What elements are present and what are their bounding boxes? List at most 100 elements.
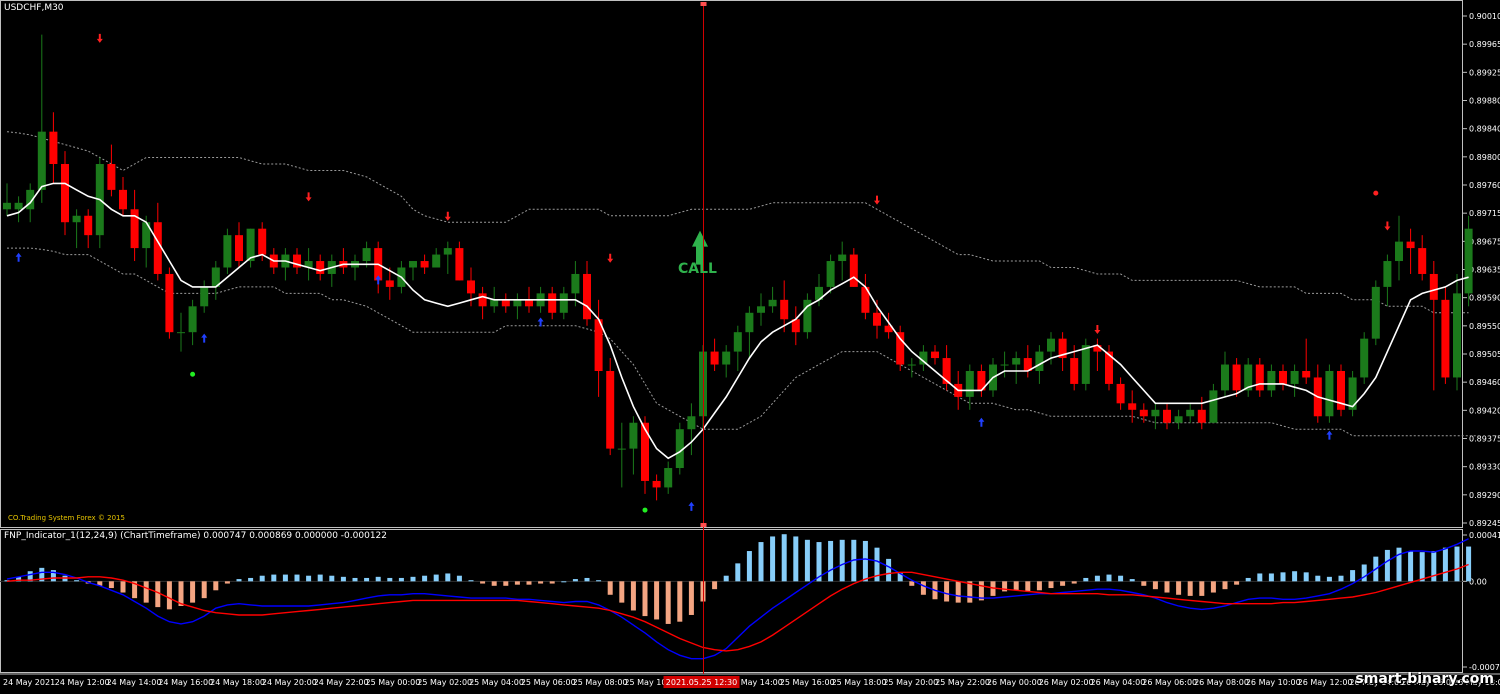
time-tick-label: 25 May 08:00	[573, 678, 628, 687]
indicator-title: FNP_Indicator_1(12,24,9) (ChartTimeframe…	[4, 531, 388, 541]
histogram-bar-positive	[804, 539, 810, 582]
histogram-bar-positive	[1396, 547, 1402, 582]
bear-candle	[1116, 383, 1125, 404]
histogram-bar-positive	[259, 575, 265, 582]
upper-band-line	[6, 131, 1469, 314]
histogram-bar-negative	[538, 581, 544, 584]
time-tick-label: 25 May 00:00	[366, 678, 421, 687]
bear-candle	[316, 261, 325, 274]
cursor-bottom-handle	[700, 523, 707, 527]
histogram-bar-negative	[166, 581, 172, 610]
histogram-bar-positive	[1129, 579, 1135, 582]
chart-window[interactable]: 0.90010 0.89965 0.89925 0.89880 0.89840 0.898…	[0, 0, 1500, 690]
histogram-bar-positive	[1268, 573, 1274, 582]
time-tick-label: 26 May 02:00	[1039, 678, 1094, 687]
histogram-bar-negative	[1025, 581, 1031, 592]
histogram-bar-negative	[944, 581, 950, 602]
sell-arrow-icon	[874, 195, 880, 205]
histogram-bar-positive	[828, 540, 834, 582]
bear-candle	[1441, 299, 1450, 378]
price-tick-label: 0.89290	[1469, 491, 1500, 500]
price-tick-label: 0.89965	[1469, 40, 1500, 49]
call-arrow-icon	[692, 230, 708, 265]
histogram-bar-positive	[746, 551, 752, 582]
price-tick-label: 0.89800	[1469, 153, 1500, 162]
bull-candle	[559, 293, 568, 313]
histogram-bar-negative	[120, 581, 126, 593]
bear-candle	[420, 261, 429, 268]
histogram-bar-positive	[1106, 574, 1112, 582]
histogram-bar-negative	[224, 581, 230, 584]
histogram-bar-positive	[572, 579, 578, 582]
histogram-bar-positive	[468, 580, 474, 582]
bull-candle	[246, 228, 255, 262]
time-tick-label: 26 May 04:00	[1091, 678, 1146, 687]
chart-canvas[interactable]: 0.90010 0.89965 0.89925 0.89880 0.89840 0.898…	[0, 0, 1500, 690]
histogram-bar-positive	[364, 577, 370, 582]
histogram-bar-positive	[1408, 551, 1414, 582]
time-tick-label: 24 May 20:00	[262, 678, 317, 687]
histogram-bar-positive	[862, 540, 868, 582]
histogram-bar-negative	[712, 581, 718, 590]
price-tick-label: 0.89925	[1469, 68, 1500, 77]
bull-candle	[409, 261, 417, 268]
bull-candle	[200, 286, 209, 307]
bull-candle	[1383, 261, 1392, 287]
price-tick-label: 0.89460	[1469, 378, 1500, 387]
bull-candle	[1395, 241, 1403, 262]
macd-line	[6, 538, 1469, 660]
buy-arrow-icon	[688, 501, 695, 511]
price-tick-label: 0.89760	[1469, 181, 1500, 190]
histogram-bar-positive	[398, 577, 404, 582]
time-tick-label: 26 May 06:00	[1142, 678, 1197, 687]
time-tick-label: 26 May 08:00	[1194, 678, 1249, 687]
bull-candle	[617, 448, 626, 450]
buy-arrow-icon	[1326, 430, 1333, 440]
main-pane-frame	[0, 0, 1463, 528]
time-tick-label: 24 May 12:00	[55, 678, 110, 687]
histogram-bar-positive	[352, 577, 358, 582]
bear-candle	[525, 299, 533, 307]
bear-candle	[1197, 409, 1206, 423]
histogram-bar-positive	[596, 580, 602, 582]
price-tick-label: 0.89635	[1469, 266, 1500, 275]
bear-candle	[1406, 241, 1415, 249]
bull-candle	[1290, 370, 1299, 384]
bull-candle	[1012, 358, 1021, 365]
histogram-bar-positive	[1466, 546, 1472, 582]
bear-candle	[455, 248, 464, 281]
bear-candle	[467, 280, 475, 294]
sell-arrow-icon	[1094, 324, 1101, 334]
bear-candle	[873, 312, 881, 326]
time-tick-label: 25 May 22:00	[935, 678, 990, 687]
bull-candle	[768, 299, 777, 307]
histogram-bar-positive	[1442, 547, 1448, 582]
bull-candle	[14, 202, 23, 210]
time-tick-label: 26 May 10:00	[1246, 678, 1301, 687]
bull-candle	[1000, 364, 1009, 366]
bull-candle	[223, 235, 232, 268]
bear-candle	[710, 351, 719, 365]
bear-candle	[107, 164, 116, 190]
bull-candle	[1267, 370, 1276, 391]
moving-average-line	[6, 182, 1469, 460]
watermark: smart-binary.com	[1355, 671, 1494, 687]
red-dot-marker	[1373, 190, 1379, 196]
bear-candle	[478, 293, 487, 307]
time-tick-label: 24 May 16:00	[158, 678, 213, 687]
histogram-bar-positive	[1338, 575, 1344, 582]
histogram-bar-negative	[491, 581, 497, 586]
bear-candle	[896, 332, 905, 365]
buy-arrow-icon	[201, 333, 208, 343]
histogram-bar-positive	[248, 577, 254, 582]
bull-candle	[1174, 416, 1183, 423]
bull-candle	[826, 261, 835, 287]
histogram-bar-negative	[642, 581, 648, 617]
histogram-bar-negative	[213, 581, 219, 591]
bear-candle	[235, 235, 243, 262]
bull-candle	[1325, 370, 1334, 417]
histogram-bar-positive	[422, 575, 428, 582]
histogram-bar-negative	[1060, 581, 1066, 586]
histogram-bar-negative	[503, 581, 509, 586]
histogram-bar-negative	[619, 581, 625, 603]
